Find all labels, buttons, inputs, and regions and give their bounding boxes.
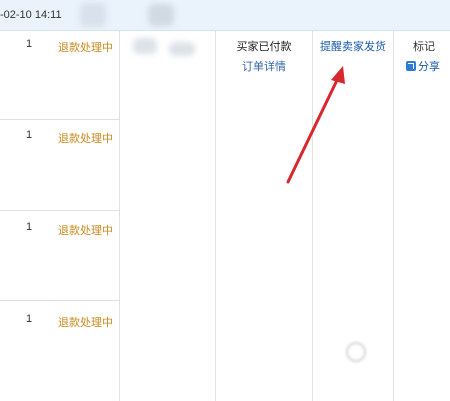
arrow-head	[331, 66, 345, 84]
watermark-icon	[346, 342, 366, 362]
watermark-logo	[346, 342, 450, 368]
arrow-annotation	[286, 66, 345, 184]
arrow-shaft	[286, 74, 341, 184]
